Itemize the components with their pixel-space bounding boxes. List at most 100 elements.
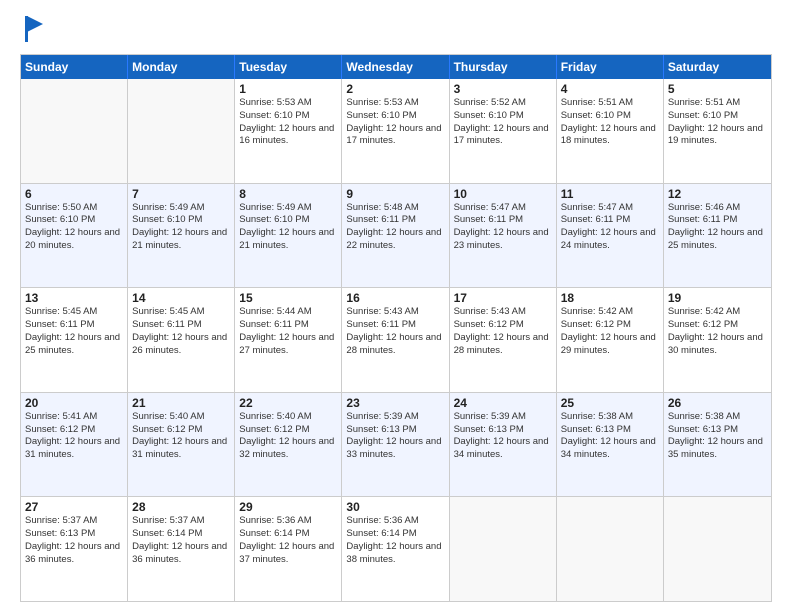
day-number: 23 <box>346 396 444 410</box>
sunrise-text: Sunrise: 5:53 AM <box>239 97 337 110</box>
sunrise-text: Sunrise: 5:45 AM <box>132 306 230 319</box>
sunrise-text: Sunrise: 5:51 AM <box>561 97 659 110</box>
daylight-text: Daylight: 12 hours and 34 minutes. <box>561 436 659 462</box>
day-cell-26: 26Sunrise: 5:38 AMSunset: 6:13 PMDayligh… <box>664 393 771 497</box>
header-day-wednesday: Wednesday <box>342 55 449 79</box>
sunrise-text: Sunrise: 5:39 AM <box>454 411 552 424</box>
logo-icon <box>23 14 45 44</box>
day-cell-16: 16Sunrise: 5:43 AMSunset: 6:11 PMDayligh… <box>342 288 449 392</box>
daylight-text: Daylight: 12 hours and 17 minutes. <box>454 123 552 149</box>
daylight-text: Daylight: 12 hours and 21 minutes. <box>132 227 230 253</box>
sunrise-text: Sunrise: 5:50 AM <box>25 202 123 215</box>
day-number: 12 <box>668 187 767 201</box>
daylight-text: Daylight: 12 hours and 36 minutes. <box>132 541 230 567</box>
day-cell-10: 10Sunrise: 5:47 AMSunset: 6:11 PMDayligh… <box>450 184 557 288</box>
day-cell-20: 20Sunrise: 5:41 AMSunset: 6:12 PMDayligh… <box>21 393 128 497</box>
daylight-text: Daylight: 12 hours and 19 minutes. <box>668 123 767 149</box>
day-number: 19 <box>668 291 767 305</box>
day-number: 15 <box>239 291 337 305</box>
day-cell-15: 15Sunrise: 5:44 AMSunset: 6:11 PMDayligh… <box>235 288 342 392</box>
day-cell-17: 17Sunrise: 5:43 AMSunset: 6:12 PMDayligh… <box>450 288 557 392</box>
sunset-text: Sunset: 6:10 PM <box>132 214 230 227</box>
sunset-text: Sunset: 6:12 PM <box>668 319 767 332</box>
day-number: 10 <box>454 187 552 201</box>
day-number: 27 <box>25 500 123 514</box>
day-number: 24 <box>454 396 552 410</box>
day-number: 29 <box>239 500 337 514</box>
calendar-body: 1Sunrise: 5:53 AMSunset: 6:10 PMDaylight… <box>21 79 771 601</box>
day-cell-14: 14Sunrise: 5:45 AMSunset: 6:11 PMDayligh… <box>128 288 235 392</box>
header <box>20 18 772 44</box>
sunset-text: Sunset: 6:13 PM <box>561 424 659 437</box>
daylight-text: Daylight: 12 hours and 21 minutes. <box>239 227 337 253</box>
sunrise-text: Sunrise: 5:42 AM <box>668 306 767 319</box>
sunset-text: Sunset: 6:13 PM <box>25 528 123 541</box>
day-number: 13 <box>25 291 123 305</box>
daylight-text: Daylight: 12 hours and 16 minutes. <box>239 123 337 149</box>
daylight-text: Daylight: 12 hours and 33 minutes. <box>346 436 444 462</box>
sunset-text: Sunset: 6:11 PM <box>346 214 444 227</box>
sunrise-text: Sunrise: 5:36 AM <box>346 515 444 528</box>
sunrise-text: Sunrise: 5:53 AM <box>346 97 444 110</box>
day-number: 3 <box>454 82 552 96</box>
daylight-text: Daylight: 12 hours and 30 minutes. <box>668 332 767 358</box>
daylight-text: Daylight: 12 hours and 28 minutes. <box>346 332 444 358</box>
empty-cell <box>664 497 771 601</box>
day-cell-1: 1Sunrise: 5:53 AMSunset: 6:10 PMDaylight… <box>235 79 342 183</box>
day-number: 17 <box>454 291 552 305</box>
empty-cell <box>557 497 664 601</box>
day-number: 7 <box>132 187 230 201</box>
day-number: 5 <box>668 82 767 96</box>
sunrise-text: Sunrise: 5:37 AM <box>132 515 230 528</box>
sunrise-text: Sunrise: 5:47 AM <box>561 202 659 215</box>
day-number: 8 <box>239 187 337 201</box>
empty-cell <box>21 79 128 183</box>
sunset-text: Sunset: 6:11 PM <box>561 214 659 227</box>
daylight-text: Daylight: 12 hours and 31 minutes. <box>25 436 123 462</box>
daylight-text: Daylight: 12 hours and 20 minutes. <box>25 227 123 253</box>
sunset-text: Sunset: 6:12 PM <box>25 424 123 437</box>
sunrise-text: Sunrise: 5:40 AM <box>239 411 337 424</box>
sunrise-text: Sunrise: 5:41 AM <box>25 411 123 424</box>
day-number: 21 <box>132 396 230 410</box>
day-number: 22 <box>239 396 337 410</box>
day-number: 11 <box>561 187 659 201</box>
sunset-text: Sunset: 6:14 PM <box>346 528 444 541</box>
day-cell-27: 27Sunrise: 5:37 AMSunset: 6:13 PMDayligh… <box>21 497 128 601</box>
header-day-monday: Monday <box>128 55 235 79</box>
day-number: 18 <box>561 291 659 305</box>
sunset-text: Sunset: 6:10 PM <box>454 110 552 123</box>
sunset-text: Sunset: 6:10 PM <box>239 110 337 123</box>
daylight-text: Daylight: 12 hours and 35 minutes. <box>668 436 767 462</box>
day-cell-3: 3Sunrise: 5:52 AMSunset: 6:10 PMDaylight… <box>450 79 557 183</box>
sunset-text: Sunset: 6:11 PM <box>454 214 552 227</box>
calendar-week-1: 1Sunrise: 5:53 AMSunset: 6:10 PMDaylight… <box>21 79 771 184</box>
day-cell-21: 21Sunrise: 5:40 AMSunset: 6:12 PMDayligh… <box>128 393 235 497</box>
calendar-week-2: 6Sunrise: 5:50 AMSunset: 6:10 PMDaylight… <box>21 184 771 289</box>
day-cell-22: 22Sunrise: 5:40 AMSunset: 6:12 PMDayligh… <box>235 393 342 497</box>
calendar: SundayMondayTuesdayWednesdayThursdayFrid… <box>20 54 772 602</box>
sunset-text: Sunset: 6:13 PM <box>454 424 552 437</box>
day-cell-5: 5Sunrise: 5:51 AMSunset: 6:10 PMDaylight… <box>664 79 771 183</box>
sunrise-text: Sunrise: 5:39 AM <box>346 411 444 424</box>
sunset-text: Sunset: 6:11 PM <box>25 319 123 332</box>
logo <box>20 18 45 44</box>
daylight-text: Daylight: 12 hours and 36 minutes. <box>25 541 123 567</box>
header-day-saturday: Saturday <box>664 55 771 79</box>
sunrise-text: Sunrise: 5:49 AM <box>132 202 230 215</box>
day-cell-18: 18Sunrise: 5:42 AMSunset: 6:12 PMDayligh… <box>557 288 664 392</box>
day-cell-12: 12Sunrise: 5:46 AMSunset: 6:11 PMDayligh… <box>664 184 771 288</box>
sunset-text: Sunset: 6:12 PM <box>132 424 230 437</box>
daylight-text: Daylight: 12 hours and 34 minutes. <box>454 436 552 462</box>
sunrise-text: Sunrise: 5:43 AM <box>454 306 552 319</box>
day-number: 28 <box>132 500 230 514</box>
sunset-text: Sunset: 6:10 PM <box>25 214 123 227</box>
sunset-text: Sunset: 6:12 PM <box>239 424 337 437</box>
sunrise-text: Sunrise: 5:49 AM <box>239 202 337 215</box>
sunset-text: Sunset: 6:11 PM <box>668 214 767 227</box>
sunrise-text: Sunrise: 5:52 AM <box>454 97 552 110</box>
day-number: 25 <box>561 396 659 410</box>
sunrise-text: Sunrise: 5:47 AM <box>454 202 552 215</box>
day-cell-9: 9Sunrise: 5:48 AMSunset: 6:11 PMDaylight… <box>342 184 449 288</box>
daylight-text: Daylight: 12 hours and 31 minutes. <box>132 436 230 462</box>
